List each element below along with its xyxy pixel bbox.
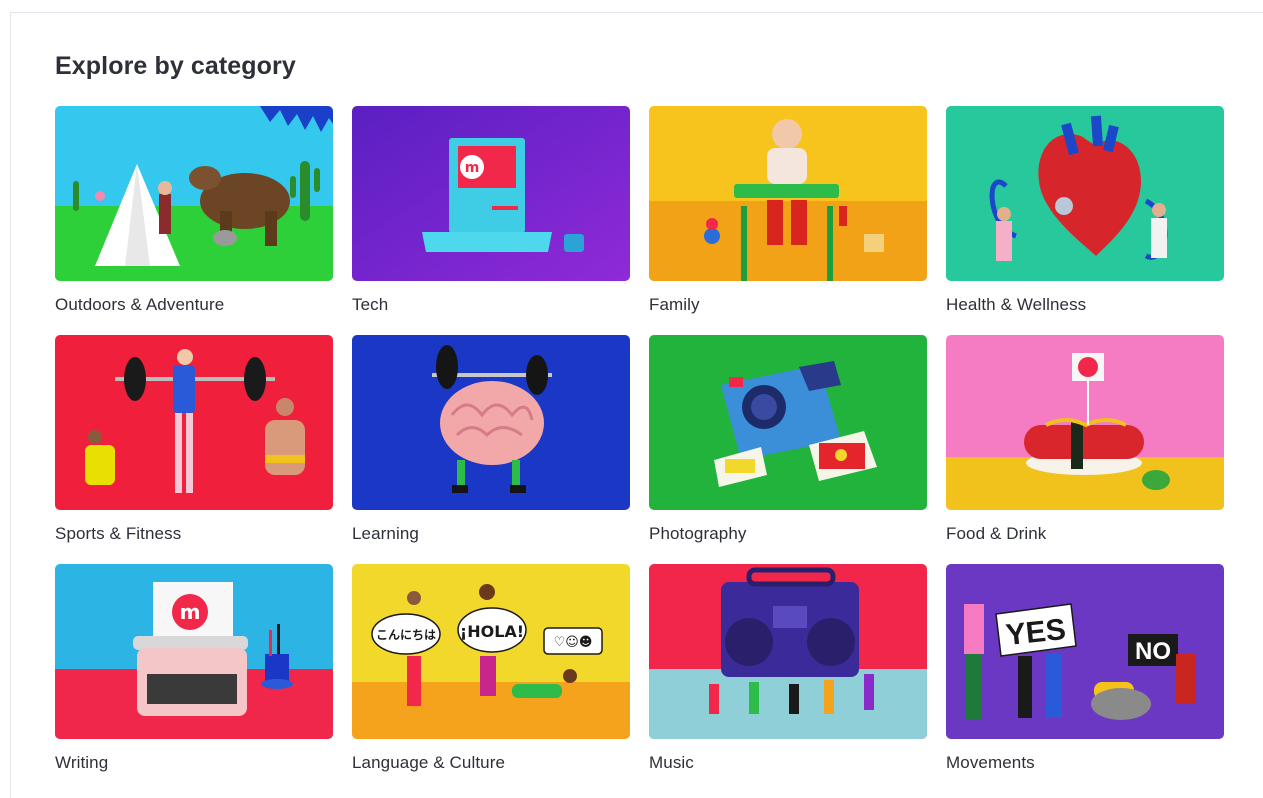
category-card-food[interactable]: Food & Drink [946,335,1224,564]
svg-text:♡☺☻: ♡☺☻ [554,635,593,650]
music-boombox-image[interactable] [649,564,927,739]
category-card-health[interactable]: Health & Wellness [946,106,1224,335]
category-card-photography[interactable]: Photography [649,335,927,564]
category-label[interactable]: Health & Wellness [946,295,1224,315]
food-hotdog-image[interactable] [946,335,1224,510]
language-speech-image[interactable]: こんにちは ¡HOLA! ♡☺☻ [352,564,630,739]
category-label[interactable]: Writing [55,753,333,773]
category-card-language[interactable]: こんにちは ¡HOLA! ♡☺☻ Language & Culture [352,564,630,793]
family-baby-image[interactable] [649,106,927,281]
logo-letter: m [465,160,480,176]
category-label[interactable]: Outdoors & Adventure [55,295,333,315]
category-label[interactable]: Photography [649,524,927,544]
bubble-konnichiwa: こんにちは [376,628,436,642]
category-label[interactable]: Movements [946,753,1224,773]
writing-typewriter-image[interactable]: m [55,564,333,739]
bubble-hola: ¡HOLA! [460,622,524,641]
sports-weightlifting-image[interactable] [55,335,333,510]
outdoors-scene-image[interactable] [55,106,333,281]
movements-protest-image[interactable]: YES NO [946,564,1224,739]
category-card-learning[interactable]: Learning [352,335,630,564]
category-label[interactable]: Tech [352,295,630,315]
category-label[interactable]: Language & Culture [352,753,630,773]
category-grid: Outdoors & Adventure m Tech Family Healt… [55,106,1224,793]
category-card-sports[interactable]: Sports & Fitness [55,335,333,564]
category-card-family[interactable]: Family [649,106,927,335]
category-label[interactable]: Music [649,753,927,773]
category-label[interactable]: Sports & Fitness [55,524,333,544]
health-heart-image[interactable] [946,106,1224,281]
section-title: Explore by category [55,52,296,80]
category-card-tech[interactable]: m Tech [352,106,630,335]
category-card-music[interactable]: Music [649,564,927,793]
sign-yes: YES [1004,613,1067,652]
sign-no: NO [1135,638,1171,665]
category-label[interactable]: Family [649,295,927,315]
category-label[interactable]: Food & Drink [946,524,1224,544]
photography-camera-image[interactable] [649,335,927,510]
category-card-movements[interactable]: YES NO Movements [946,564,1224,793]
category-card-outdoors[interactable]: Outdoors & Adventure [55,106,333,335]
tech-computer-image[interactable]: m [352,106,630,281]
category-card-writing[interactable]: m Writing [55,564,333,793]
logo-letter: m [180,600,201,624]
category-label[interactable]: Learning [352,524,630,544]
learning-brain-image[interactable] [352,335,630,510]
